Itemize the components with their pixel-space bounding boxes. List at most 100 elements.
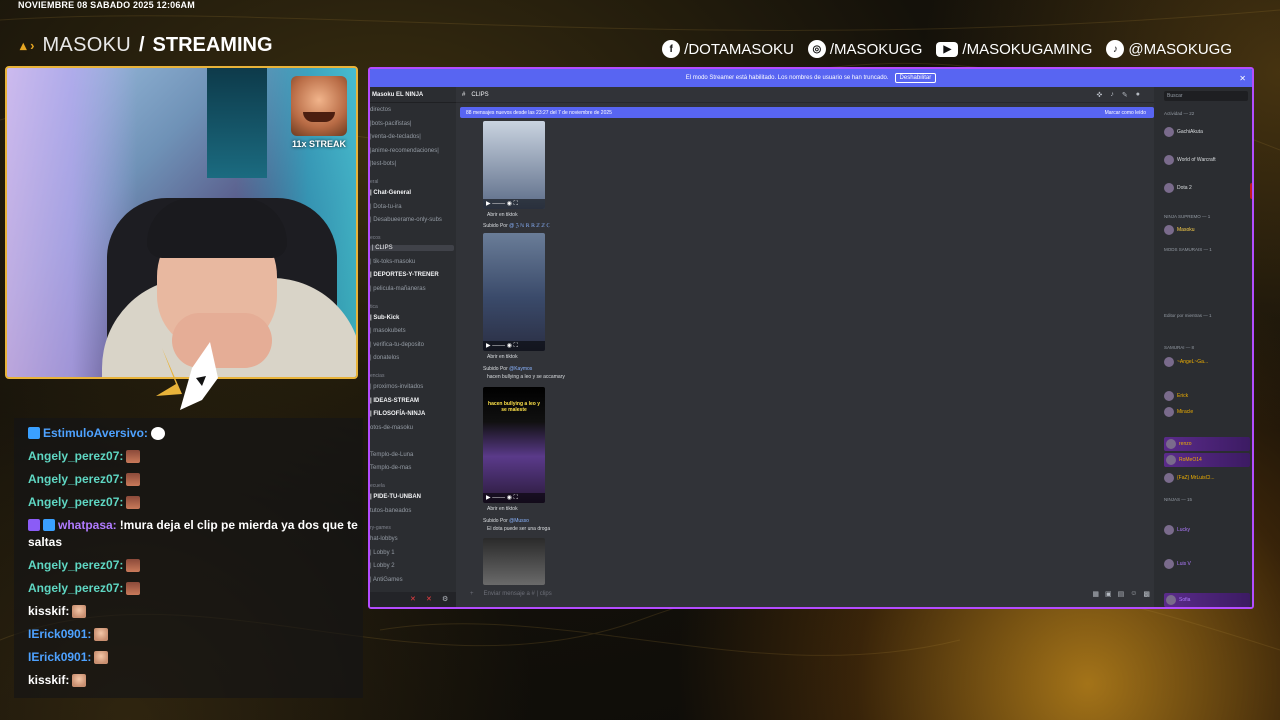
open-tiktok-link[interactable]: Abrir en tiktok — [487, 506, 518, 512]
channel-category[interactable]: encias — [370, 373, 384, 379]
member-item[interactable]: Miracle — [1164, 407, 1193, 417]
member-item[interactable]: {FaZ} MrLuisCl... — [1164, 473, 1215, 483]
video-embed[interactable]: ▶ ─── ◉ ⛶ — [483, 233, 545, 351]
message-composer[interactable]: + Enviar mensaje a # | clips ▦ ▣ ▤ ☺ ▩ — [470, 585, 1150, 603]
member-item[interactable]: Lucky — [1164, 525, 1190, 535]
settings-gear-icon[interactable]: ⚙ — [442, 595, 448, 603]
member-item[interactable]: Erick — [1164, 391, 1188, 401]
video-embed[interactable]: ▶ ─── ◉ ⛶ — [483, 121, 545, 209]
channel-item[interactable]: hat-lobbys — [370, 536, 398, 542]
video-embed[interactable]: hacen bullying a leo y se maleste ▶ ─── … — [483, 387, 545, 503]
member-item[interactable]: Dota 2 — [1164, 183, 1252, 199]
post-username[interactable]: @Musso — [509, 518, 529, 524]
channel-item[interactable]: | Dota-tu-ira — [370, 204, 402, 210]
channel-item[interactable]: | Desabueerame-only-subs — [370, 217, 442, 223]
member-item[interactable]: Masoku — [1164, 225, 1195, 235]
member-item[interactable]: Luis V — [1164, 559, 1191, 569]
members-icon[interactable]: ● — [1136, 91, 1140, 99]
member-item[interactable]: ~AngeL~Ga... — [1164, 357, 1208, 367]
channel-category[interactable]: tica — [370, 304, 378, 310]
channel-category[interactable]: eral — [370, 179, 378, 185]
video-controls[interactable]: ▶ ─── ◉ ⛶ — [483, 493, 545, 503]
channel-item[interactable]: | IDEAS-STREAM — [370, 398, 419, 404]
channel-item[interactable]: | Chat-General — [370, 190, 411, 196]
avatar — [1164, 559, 1174, 569]
channel-item[interactable]: Templo-de-Luna — [370, 452, 413, 458]
social-tiktok: ♪ @MASOKUGG — [1106, 40, 1232, 58]
chat-username[interactable]: IErick0901: — [28, 650, 91, 664]
emote-icon — [126, 495, 141, 509]
channel-item[interactable]: |anime-recomendaciones| — [370, 148, 439, 154]
video-controls[interactable]: ▶ ─── ◉ ⛶ — [483, 341, 545, 351]
voice-channel[interactable]: | Lobby 2 — [370, 563, 395, 569]
video-controls[interactable]: ▶ ─── ◉ ⛶ — [483, 199, 545, 209]
gif-icon[interactable]: ▣ — [1105, 590, 1112, 598]
notice-text: El modo Streamer está habilitado. Los no… — [685, 75, 889, 81]
channel-item[interactable]: | pelicula-mañaneras — [370, 286, 426, 292]
member-item[interactable]: RoMeO14 — [1164, 453, 1250, 467]
chat-username[interactable]: Angely_perez07: — [28, 558, 123, 572]
channel-item[interactable]: |bots-pacifistas| — [370, 121, 411, 127]
cube-badge-icon — [28, 427, 40, 439]
face-emote-icon — [94, 650, 109, 664]
chat-username[interactable]: EstimuloAversivo: — [43, 426, 148, 440]
channel-item[interactable]: | PIDE-TU-UNBAN — [370, 494, 421, 500]
disable-streamer-mode-button[interactable]: Deshabilitar — [894, 73, 937, 83]
video-embed[interactable] — [483, 538, 545, 585]
server-name[interactable]: Masoku EL NINJA — [370, 87, 456, 103]
channel-item[interactable]: directos — [370, 107, 391, 113]
mark-read-button[interactable]: Marcar como leído — [1105, 110, 1146, 116]
channel-item[interactable]: |test-bots| — [370, 161, 396, 167]
chat-username[interactable]: kisskif: — [28, 673, 69, 687]
channel-category[interactable]: ecuela — [370, 483, 385, 489]
chat-username[interactable]: Angely_perez07: — [28, 581, 123, 595]
channel-item[interactable]: | verifica-tu-deposito — [370, 342, 424, 348]
post-username[interactable]: @ ℨ ℕ ℝ ℝ ℤ ℤ ℂ — [509, 223, 550, 229]
channel-item[interactable]: |venta-de-teclados| — [370, 134, 421, 140]
open-tiktok-link[interactable]: Abrir en tiktok — [487, 354, 518, 360]
pin-icon[interactable]: ✎ — [1122, 91, 1128, 99]
chat-username[interactable]: kisskif: — [28, 604, 69, 618]
emoji-icon[interactable]: ☺ — [1130, 590, 1137, 598]
member-item[interactable]: World of Warcraft — [1164, 155, 1216, 165]
new-messages-bar[interactable]: 88 mensajes nuevos desde las 23:27 del 7… — [460, 107, 1154, 118]
channel-item[interactable]: | DEPORTES-Y-TRENER — [370, 272, 439, 278]
chat-username[interactable]: whatpasa: — [58, 518, 117, 532]
member-item[interactable]: GachiAkuta — [1164, 127, 1203, 137]
bell-icon[interactable]: ♪ — [1110, 91, 1114, 99]
channel-item[interactable]: otos-de-masoku — [370, 425, 413, 431]
open-tiktok-link[interactable]: Abrir en tiktok — [487, 212, 518, 218]
channel-item[interactable]: tutos-baneados — [370, 508, 411, 514]
channel-item[interactable]: Templo-de-mas — [370, 465, 411, 471]
avatar — [1164, 225, 1174, 235]
member-item[interactable]: Sofia — [1164, 593, 1250, 607]
close-icon[interactable]: ✕ — [1239, 74, 1246, 83]
voice-channel[interactable]: | Lobby 1 — [370, 550, 395, 556]
threads-icon[interactable]: ✜ — [1097, 91, 1103, 99]
apps-icon[interactable]: ▩ — [1143, 590, 1150, 598]
channel-category[interactable]: ry-games — [370, 525, 391, 531]
channel-item[interactable]: | proximos-invitados — [370, 384, 423, 390]
tiktok-icon: ♪ — [1106, 40, 1125, 58]
mute-mic-icon[interactable]: ✕ — [410, 595, 416, 603]
chat-username[interactable]: IErick0901: — [28, 627, 91, 641]
message-input[interactable]: Enviar mensaje a # | clips — [484, 591, 552, 597]
channel-category[interactable]: ecos — [370, 235, 381, 241]
post-username[interactable]: @Kaymos — [509, 366, 532, 372]
gift-icon[interactable]: ▦ — [1092, 590, 1099, 598]
voice-channel[interactable]: | AntiGames — [370, 577, 403, 583]
channel-item[interactable]: | donatelos — [370, 355, 399, 361]
channel-item[interactable]: | tik-toks-masoku — [370, 259, 415, 265]
channel-item[interactable]: | Sub-Kick — [370, 315, 399, 321]
search-input[interactable]: Buscar — [1164, 91, 1248, 101]
sticker-icon[interactable]: ▤ — [1118, 590, 1125, 598]
channel-item[interactable]: | masokubets — [370, 328, 406, 334]
member-item[interactable]: renzo — [1164, 437, 1250, 451]
deafen-icon[interactable]: ✕ — [426, 595, 432, 603]
chat-username[interactable]: Angely_perez07: — [28, 495, 123, 509]
add-attachment-icon[interactable]: + — [470, 591, 474, 597]
channel-item-clips[interactable]: | CLIPS — [370, 245, 454, 251]
channel-item[interactable]: | FILOSOFÍA-NINJA — [370, 411, 425, 417]
chat-username[interactable]: Angely_perez07: — [28, 449, 123, 463]
chat-username[interactable]: Angely_perez07: — [28, 472, 123, 486]
